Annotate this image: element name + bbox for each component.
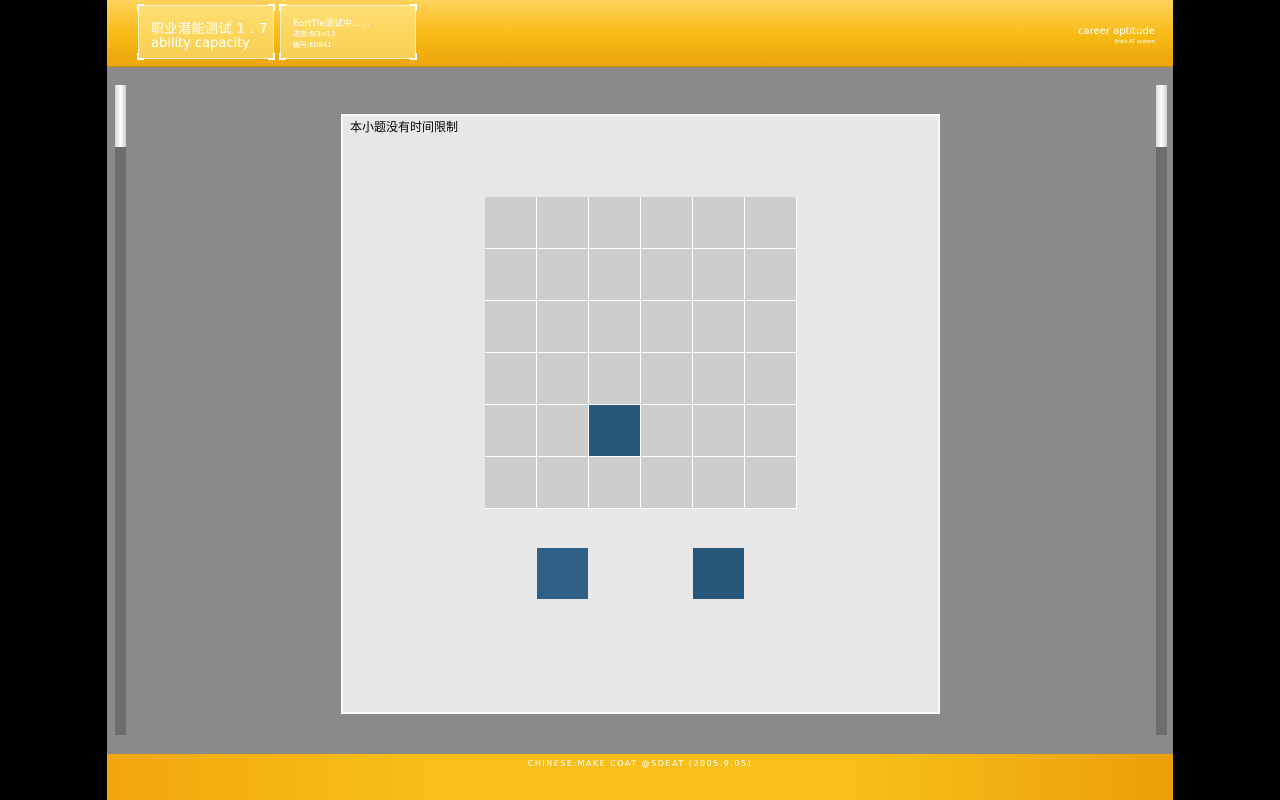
- left-scrollbar-thumb[interactable]: [115, 85, 126, 147]
- grid-cell: [641, 197, 692, 248]
- corner-mark: [268, 4, 275, 11]
- right-scrollbar[interactable]: [1156, 85, 1167, 735]
- corner-mark: [279, 53, 286, 60]
- answer-option-a[interactable]: [537, 548, 588, 599]
- grid-cell: [589, 197, 640, 248]
- grid-cell: [745, 249, 796, 300]
- grid-cell: [641, 405, 692, 456]
- grid-cell: [745, 197, 796, 248]
- brand-block: career aptitude Brain AT system: [1078, 26, 1155, 46]
- corner-mark: [410, 4, 417, 11]
- corner-mark: [137, 53, 144, 60]
- app-title-cn: 职业潜能测试 1 . 7: [151, 22, 269, 37]
- brand-subtitle: Brain AT system: [1114, 39, 1155, 45]
- time-limit-notice: 本小题没有时间限制: [350, 120, 459, 134]
- grid-cell: [485, 249, 536, 300]
- grid-cell: [537, 353, 588, 404]
- right-scrollbar-thumb[interactable]: [1156, 85, 1167, 147]
- grid-cell: [485, 197, 536, 248]
- corner-mark: [268, 53, 275, 60]
- grid-cell: [693, 353, 744, 404]
- header-bar: 职业潜能测试 1 . 7 ability capacity EortTle测试中…: [107, 0, 1173, 67]
- grid-cell: [641, 301, 692, 352]
- grid-cell: [537, 301, 588, 352]
- grid-cell-filled: [589, 405, 640, 456]
- grid-cell: [641, 457, 692, 508]
- left-scrollbar[interactable]: [115, 85, 126, 735]
- grid-cell: [537, 249, 588, 300]
- grid-cell: [641, 249, 692, 300]
- test-code-text: 编号:E0841: [293, 41, 332, 49]
- grid-cell: [745, 353, 796, 404]
- grid-cell: [485, 405, 536, 456]
- corner-mark: [137, 4, 144, 11]
- grid-cell: [693, 405, 744, 456]
- grid-cell: [693, 249, 744, 300]
- test-status-text: EortTle测试中……: [293, 19, 370, 29]
- grid-cell: [537, 457, 588, 508]
- grid-cell: [589, 301, 640, 352]
- corner-mark: [279, 4, 286, 11]
- question-panel: 本小题没有时间限制: [341, 114, 940, 714]
- app-window: 职业潜能测试 1 . 7 ability capacity EortTle测试中…: [107, 0, 1173, 800]
- progress-text: 进度:6/3>13: [293, 30, 336, 38]
- grid-cell: [745, 457, 796, 508]
- brand-title: career aptitude: [1077, 26, 1155, 37]
- grid-cell: [693, 457, 744, 508]
- grid-cell: [641, 353, 692, 404]
- corner-mark: [410, 53, 417, 60]
- grid-cell: [589, 457, 640, 508]
- grid-cell: [537, 197, 588, 248]
- grid-cell: [589, 249, 640, 300]
- answer-option-b[interactable]: [693, 548, 744, 599]
- app-title-box: 职业潜能测试 1 . 7 ability capacity: [137, 4, 275, 60]
- test-status-box: EortTle测试中…… 进度:6/3>13 编号:E0841: [279, 4, 417, 60]
- grid-cell: [745, 301, 796, 352]
- grid-cell: [589, 353, 640, 404]
- grid-cell: [745, 405, 796, 456]
- grid-cell: [485, 457, 536, 508]
- pattern-grid: [485, 197, 797, 509]
- app-title-en: ability capacity: [151, 36, 250, 51]
- grid-cell: [485, 301, 536, 352]
- grid-cell: [537, 405, 588, 456]
- footer-bar: CHINESE.MAKE COAT @SDEAT (2005.9.05): [107, 754, 1173, 800]
- footer-credit: CHINESE.MAKE COAT @SDEAT (2005.9.05): [527, 759, 753, 768]
- grid-cell: [485, 353, 536, 404]
- grid-cell: [693, 197, 744, 248]
- grid-cell: [693, 301, 744, 352]
